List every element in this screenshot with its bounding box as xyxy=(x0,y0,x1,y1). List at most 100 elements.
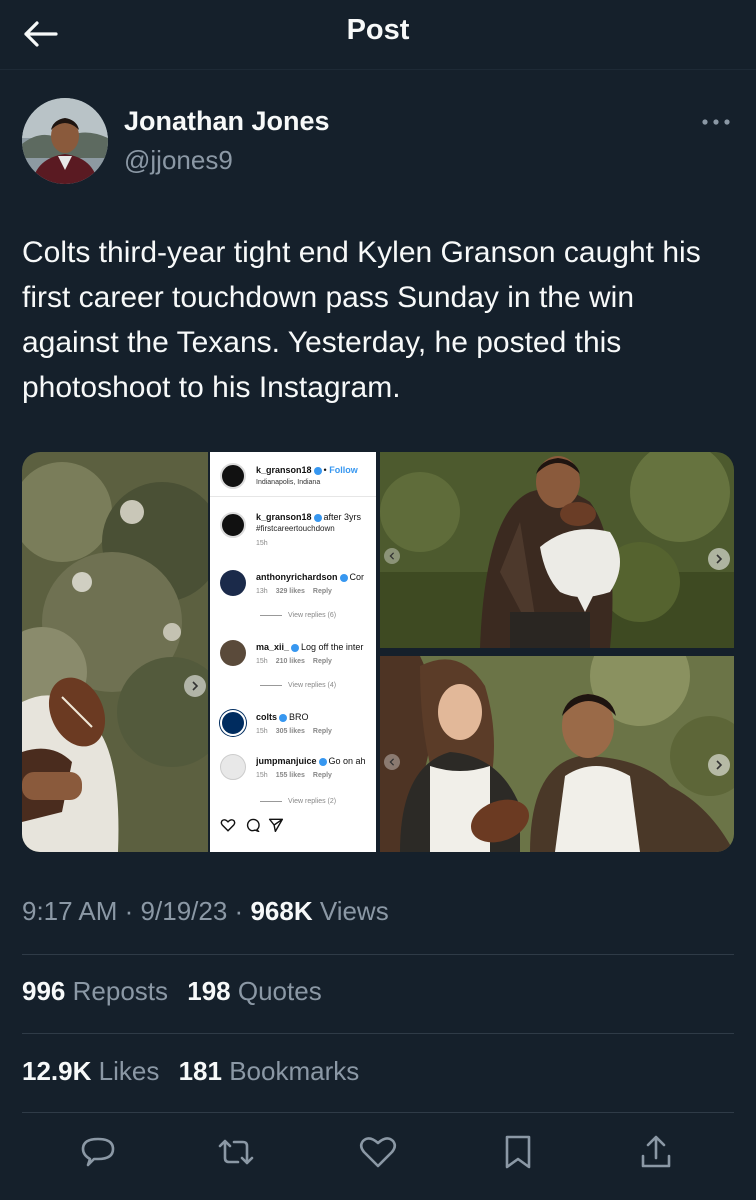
post-action-bar xyxy=(0,1130,756,1178)
verified-icon xyxy=(291,643,300,652)
ig-view-replies[interactable]: View replies (4) xyxy=(260,682,336,689)
bookmark-icon xyxy=(505,1135,531,1169)
ig-comment-text: BRO xyxy=(289,712,309,722)
ig-hashtag[interactable]: #firstcareertouchdown xyxy=(256,524,335,533)
prev-photo-button[interactable] xyxy=(384,754,400,770)
photo-1-image xyxy=(22,452,208,852)
ig-heart-icon[interactable] xyxy=(220,818,236,832)
ig-comment-line: anthonyrichardson Cor xyxy=(256,572,374,582)
ig-comment-line: colts BRO xyxy=(256,712,374,722)
ig-comment-meta: 15h 155 likes Reply xyxy=(256,772,332,779)
like-icon xyxy=(359,1137,397,1168)
ig-reply[interactable]: Reply xyxy=(313,772,332,779)
bookmarks-label: Bookmarks xyxy=(229,1056,360,1086)
likes-count: 12.9K xyxy=(22,1056,92,1086)
ig-follow-link[interactable]: Follow xyxy=(329,465,358,475)
chevron-left-icon xyxy=(389,758,395,766)
verified-icon xyxy=(339,573,348,582)
author-handle[interactable]: @jjones9 xyxy=(124,145,233,176)
ig-comment-line: jumpmanjuice Go on ah xyxy=(256,756,374,766)
ig-action-bar xyxy=(220,818,284,832)
ig-caption-line: k_granson18 after 3yrs xyxy=(256,512,374,522)
bookmark-button[interactable] xyxy=(496,1130,540,1174)
next-photo-button[interactable] xyxy=(708,548,730,570)
next-photo-button[interactable] xyxy=(708,754,730,776)
ig-reply[interactable]: Reply xyxy=(313,658,332,665)
ig-reply[interactable]: Reply xyxy=(313,588,332,595)
ig-header-user: k_granson18 • Follow xyxy=(256,465,374,475)
ig-location: Indianapolis, Indiana xyxy=(256,479,321,486)
divider xyxy=(22,1033,734,1034)
ig-reply[interactable]: Reply xyxy=(313,728,332,735)
divider xyxy=(22,954,734,955)
ig-likes: 155 likes xyxy=(275,772,305,779)
stats-row-2: 12.9K Likes 181 Bookmarks xyxy=(22,1056,359,1087)
likes-stat[interactable]: 12.9K Likes xyxy=(22,1056,159,1086)
like-button[interactable] xyxy=(356,1130,400,1174)
ig-time: 15h xyxy=(256,728,268,735)
chevron-left-icon xyxy=(389,552,395,560)
post-text: Colts third-year tight end Kylen Granson… xyxy=(22,236,701,404)
ig-comment-text: Cor xyxy=(349,572,365,582)
ig-time: 15h xyxy=(256,658,268,665)
share-button[interactable] xyxy=(634,1130,678,1174)
ig-avatar xyxy=(220,463,246,489)
ig-comment-icon[interactable] xyxy=(244,818,260,832)
ig-divider xyxy=(210,496,376,497)
ig-username: colts xyxy=(256,712,278,722)
chevron-right-icon xyxy=(716,554,723,564)
repost-button[interactable] xyxy=(214,1130,258,1174)
ig-username: ma_xii_ xyxy=(256,642,290,652)
ig-view-replies[interactable]: View replies (2) xyxy=(260,798,336,805)
author-avatar[interactable] xyxy=(22,98,108,184)
instagram-comments-screenshot[interactable]: k_granson18 • Follow Indianapolis, Indian… xyxy=(210,452,376,852)
reposts-label: Reposts xyxy=(72,976,169,1006)
ig-avatar xyxy=(220,640,246,666)
post-time: 9:17 AM xyxy=(22,896,118,926)
share-icon xyxy=(641,1135,671,1168)
ig-comment-text: Log off the inter xyxy=(301,642,364,652)
verified-icon xyxy=(313,466,322,475)
divider xyxy=(22,1112,734,1113)
ig-comment-meta: 15h 210 likes Reply xyxy=(256,658,332,665)
ig-time: 15h xyxy=(256,540,268,547)
views-count: 968K xyxy=(250,896,313,926)
photo-1[interactable] xyxy=(22,452,208,852)
ig-comment-text: Go on ah xyxy=(328,756,366,766)
ig-time: 15h xyxy=(256,772,268,779)
ig-view-replies[interactable]: View replies (6) xyxy=(260,612,336,619)
ig-comment-meta: 15h 305 likes Reply xyxy=(256,728,332,735)
ig-comment-meta: 13h 329 likes Reply xyxy=(256,588,332,595)
ig-share-icon[interactable] xyxy=(268,818,284,832)
ig-avatar xyxy=(220,754,246,780)
quotes-count: 198 xyxy=(187,976,231,1006)
ig-dot: • xyxy=(323,465,327,475)
ig-post-header: k_granson18 • Follow Indianapolis, Indian… xyxy=(210,460,376,494)
ig-likes: 210 likes xyxy=(275,658,305,665)
views-label: Views xyxy=(319,896,389,926)
more-options-button[interactable] xyxy=(694,110,738,134)
quotes-stat[interactable]: 198 Quotes xyxy=(187,976,321,1006)
ig-avatar xyxy=(220,570,246,596)
reply-button[interactable] xyxy=(76,1130,120,1174)
verified-icon xyxy=(313,513,322,522)
bookmarks-count: 181 xyxy=(178,1056,222,1086)
prev-photo-button[interactable] xyxy=(384,548,400,564)
next-photo-button[interactable] xyxy=(184,675,206,697)
post-media[interactable]: k_granson18 • Follow Indianapolis, Indian… xyxy=(22,452,734,852)
ig-likes: 305 likes xyxy=(275,728,305,735)
stats-row-1: 996 Reposts 198 Quotes xyxy=(22,976,322,1007)
ig-time: 13h xyxy=(256,588,268,595)
repost-icon xyxy=(218,1139,254,1165)
verified-icon xyxy=(279,713,288,722)
bookmarks-stat[interactable]: 181 Bookmarks xyxy=(179,1056,360,1086)
photo-4[interactable] xyxy=(380,656,734,852)
photo-3[interactable] xyxy=(380,452,734,648)
photo-3-image xyxy=(380,452,734,648)
separator: · xyxy=(124,896,134,926)
reposts-stat[interactable]: 996 Reposts xyxy=(22,976,168,1006)
photo-4-image xyxy=(380,656,734,852)
author-name[interactable]: Jonathan Jones xyxy=(124,106,330,137)
post-date: 9/19/23 xyxy=(140,896,228,926)
ig-username: anthonyrichardson xyxy=(256,572,338,582)
